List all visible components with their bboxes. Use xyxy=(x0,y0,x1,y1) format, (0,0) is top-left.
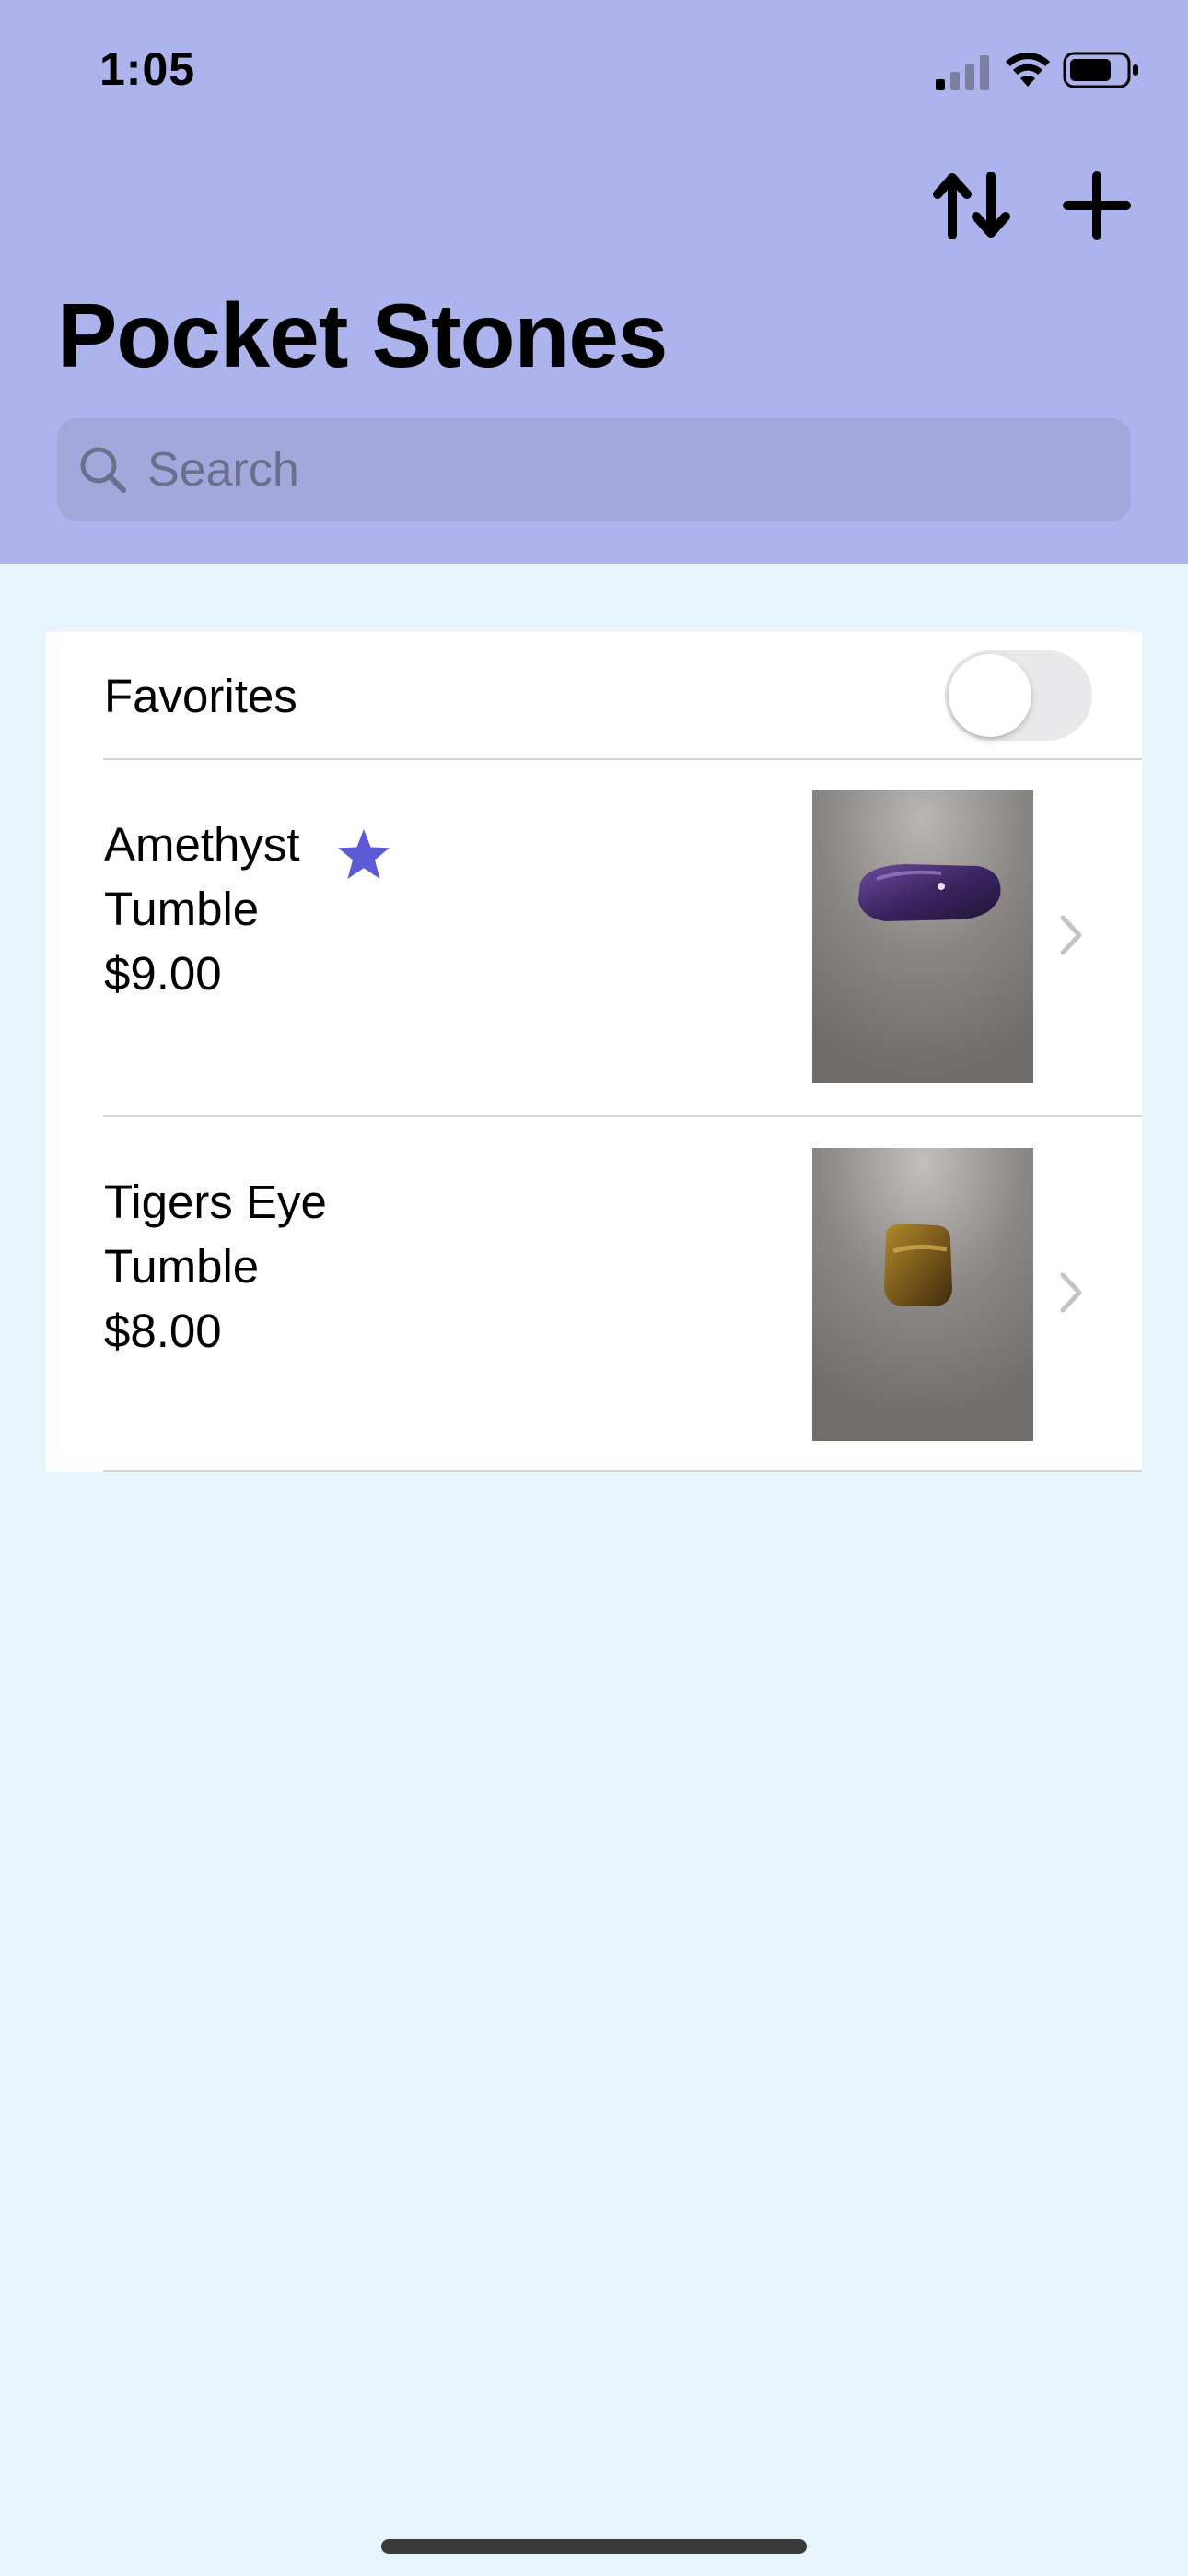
favorite-star-icon xyxy=(338,829,390,879)
stones-list: Favorites Amethyst Tumble $9.00 Tigers E… xyxy=(46,632,1142,1472)
status-bar-time: 1:05 xyxy=(99,43,196,95)
list-item-amethyst[interactable]: Amethyst Tumble $9.00 xyxy=(46,759,1142,1115)
sort-button[interactable] xyxy=(930,164,1013,247)
page-title: Pocket Stones xyxy=(57,285,668,386)
favorites-toggle[interactable] xyxy=(945,650,1092,741)
toggle-knob xyxy=(949,654,1031,737)
divider xyxy=(103,1470,1142,1472)
stone-price: $9.00 xyxy=(104,947,222,1000)
plus-icon xyxy=(1063,171,1131,240)
cellular-signal-icon xyxy=(936,55,989,90)
tigers-eye-photo xyxy=(812,1148,1033,1441)
chevron-right-icon xyxy=(1060,915,1082,955)
stone-type: Tumble xyxy=(104,883,260,935)
search-input[interactable] xyxy=(147,418,1105,521)
arrow-up-down-icon xyxy=(933,172,1010,239)
amethyst-photo xyxy=(812,790,1033,1083)
navigation-header: 1:05 Pocket Stones xyxy=(0,0,1188,564)
add-stone-button[interactable] xyxy=(1055,164,1138,247)
search-icon xyxy=(80,447,126,493)
stone-price: $8.00 xyxy=(104,1305,222,1357)
favorites-label: Favorites xyxy=(104,670,297,722)
chevron-right-icon xyxy=(1060,1272,1082,1313)
stone-name: Tigers Eye xyxy=(104,1176,327,1228)
list-item-tigers-eye[interactable]: Tigers Eye Tumble $8.00 xyxy=(46,1117,1142,1472)
search-bar[interactable] xyxy=(57,418,1131,521)
battery-icon xyxy=(1063,52,1138,88)
stone-type: Tumble xyxy=(104,1240,260,1293)
wifi-icon xyxy=(1006,53,1050,87)
favorites-row: Favorites xyxy=(46,632,1142,759)
home-indicator[interactable] xyxy=(381,2539,807,2554)
stone-name: Amethyst xyxy=(104,818,300,871)
